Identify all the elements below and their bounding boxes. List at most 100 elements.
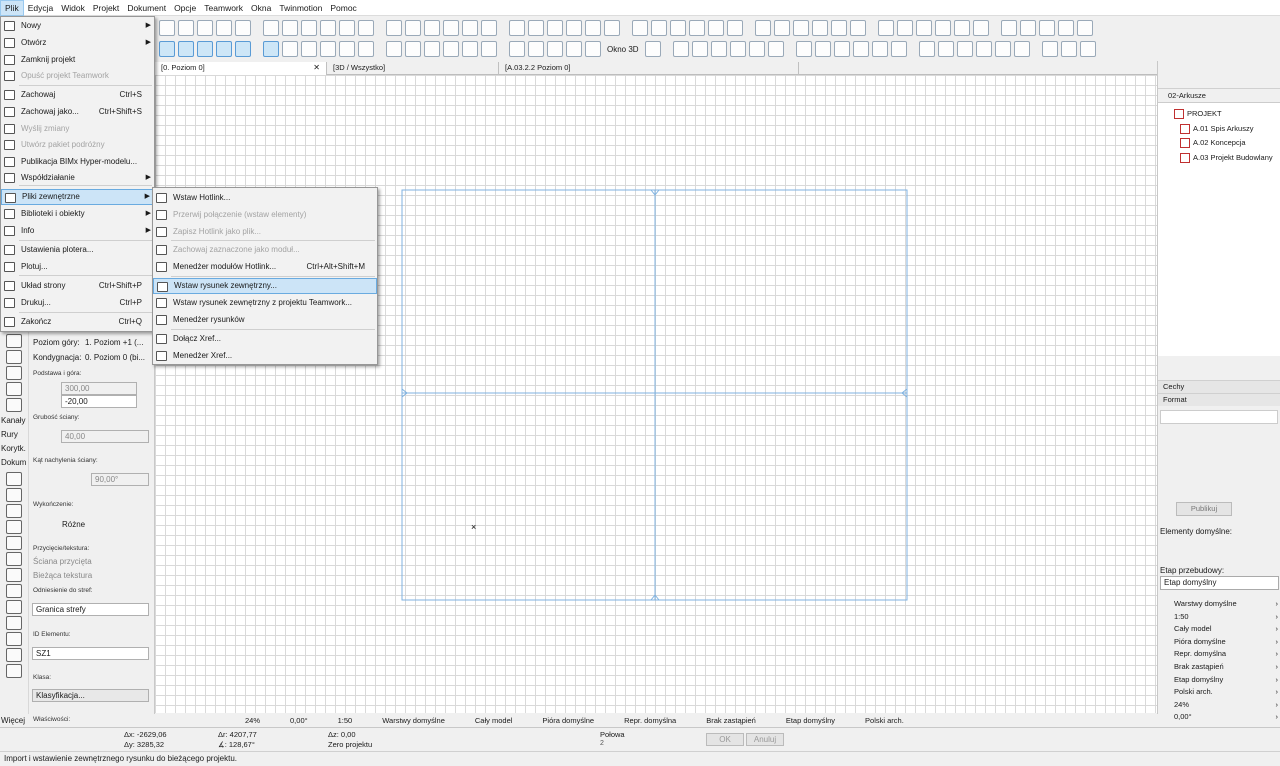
section-tool-icon[interactable] — [6, 616, 22, 630]
submenu-item[interactable]: Wstaw rysunek zewnętrzny z projektu Team… — [153, 295, 377, 311]
toolbar-button-icon[interactable] — [689, 20, 705, 36]
view-setting-item[interactable]: Pióra domyślne › — [1158, 636, 1280, 649]
toolbar-button-icon[interactable] — [812, 20, 828, 36]
toolbar-button-icon[interactable] — [301, 41, 317, 57]
submenu-item[interactable]: Wstaw Hotlink... — [153, 190, 377, 206]
toolbar-button-icon[interactable] — [424, 20, 440, 36]
menu-pomoc[interactable]: Pomoc — [326, 0, 360, 16]
toolbar-button-icon[interactable] — [585, 41, 601, 57]
toolbar-button-icon[interactable] — [566, 20, 582, 36]
section-cechy[interactable]: Cechy — [1158, 380, 1280, 393]
toolbar-button-icon[interactable] — [632, 20, 648, 36]
view-setting-item[interactable]: Brak zastąpień › — [1158, 661, 1280, 674]
file-menu-item[interactable]: Publikacja BIMx Hyper-modelu... — [1, 154, 154, 170]
toolbar-button-icon[interactable] — [159, 41, 175, 57]
toolbar-button-icon[interactable] — [1058, 20, 1074, 36]
phase-select[interactable]: Etap domyślny — [1160, 576, 1279, 590]
classification-button[interactable]: Klasyfikacja... — [32, 689, 149, 702]
toolbar-button-icon[interactable] — [1077, 20, 1093, 36]
view-setting-item[interactable]: 24% › — [1158, 699, 1280, 712]
menu-teamwork[interactable]: Teamwork — [200, 0, 247, 16]
section-format[interactable]: Format — [1158, 393, 1280, 406]
override-value[interactable]: Brak zastąpień — [706, 716, 756, 725]
view-setting-item[interactable]: Cały model › — [1158, 623, 1280, 636]
okno-3d-label[interactable]: Okno 3D — [604, 45, 642, 54]
file-menu-item[interactable]: Współdziałanie ▶ — [1, 170, 154, 186]
toolbar-button-icon[interactable] — [405, 20, 421, 36]
toolbar-button-icon[interactable] — [481, 20, 497, 36]
wykonczenie-value[interactable]: Różne — [62, 520, 85, 529]
repr-value[interactable]: Repr. domyślna — [624, 716, 676, 725]
file-menu-item[interactable]: Otwórz ▶ — [1, 35, 154, 51]
toolbar-button-icon[interactable] — [975, 41, 992, 57]
view-setting-item[interactable]: 0,00° › — [1158, 711, 1280, 724]
toolbar-button-icon[interactable] — [651, 20, 667, 36]
toolbar-button-icon[interactable] — [935, 20, 951, 36]
toolbox-group-korytka[interactable]: Korytk. — [0, 442, 28, 456]
sciana-przycieta[interactable]: Ściana przycięta — [33, 557, 92, 566]
toolbar-button-icon[interactable] — [852, 41, 869, 57]
toolbar-button-icon[interactable] — [916, 20, 932, 36]
toolbar-button-icon[interactable] — [263, 20, 279, 36]
toolbar-button-icon[interactable] — [814, 41, 831, 57]
standard-value[interactable]: Polski arch. — [865, 716, 904, 725]
menu-plik[interactable]: Plik — [0, 0, 24, 16]
tool-icon[interactable] — [6, 398, 22, 412]
drawing-tool-icon[interactable] — [6, 600, 22, 614]
tree-root[interactable]: PROJEKT — [1158, 107, 1280, 122]
toolbar-button-icon[interactable] — [301, 20, 317, 36]
toolbar-button-icon[interactable] — [1039, 20, 1055, 36]
circle-tool-icon[interactable] — [6, 568, 22, 582]
move-tool-icon[interactable] — [6, 648, 22, 662]
toolbar-button-icon[interactable] — [1079, 41, 1096, 57]
toolbar-button-icon[interactable] — [897, 20, 913, 36]
biezaca-tekstura[interactable]: Bieżąca tekstura — [33, 571, 92, 580]
tool-icon[interactable] — [6, 382, 22, 396]
toolbar-button-icon[interactable] — [973, 20, 989, 36]
toolbox-more[interactable]: Więcej — [0, 714, 26, 728]
toolbar-button-icon[interactable] — [755, 20, 771, 36]
toolbar-button-icon[interactable] — [235, 20, 251, 36]
toolbar-button-icon[interactable] — [708, 20, 724, 36]
file-menu-item[interactable]: Plotuj... — [1, 259, 154, 275]
file-menu-item[interactable]: Zachowaj jako... Ctrl+Shift+S — [1, 104, 154, 120]
submenu-item[interactable]: Zachowaj zaznaczone jako moduł... — [153, 242, 377, 258]
element-id-field[interactable]: SZ1 — [32, 647, 149, 660]
fill-tool-icon[interactable] — [6, 536, 22, 550]
view-setting-item[interactable]: Repr. domyślna › — [1158, 648, 1280, 661]
toolbar-button-icon[interactable] — [1041, 41, 1058, 57]
toolbar-button-icon[interactable] — [710, 41, 727, 57]
publish-button[interactable]: Publikuj — [1176, 502, 1232, 516]
toolbar-button-icon[interactable] — [871, 41, 888, 57]
submenu-item[interactable]: Przerwij połączenie (wstaw elementy) — [153, 207, 377, 223]
toolbar-button-icon[interactable] — [994, 41, 1011, 57]
view-setting-item[interactable]: 1:50 › — [1158, 611, 1280, 624]
toolbar-button-icon[interactable] — [178, 41, 194, 57]
wall-thickness-field[interactable]: 40,00 — [61, 430, 149, 443]
toolbar-button-icon[interactable] — [462, 20, 478, 36]
navigator-combo[interactable]: 02-Arkusze — [1158, 89, 1280, 103]
toolbar-button-icon[interactable] — [235, 41, 251, 57]
tool-icon[interactable] — [6, 350, 22, 364]
toolbar-button-icon[interactable] — [644, 41, 661, 57]
toolbar-button-icon[interactable] — [424, 41, 440, 57]
toolbar-button-icon[interactable] — [481, 41, 497, 57]
file-menu-item[interactable]: Pliki zewnętrzne ▶ — [1, 189, 154, 205]
submenu-item[interactable]: Menedżer Xref... — [153, 348, 377, 364]
toolbar-button-icon[interactable] — [748, 41, 765, 57]
submenu-item[interactable]: Menedżer modułów Hotlink... Ctrl+Alt+Shif… — [153, 259, 377, 275]
toolbar-button-icon[interactable] — [793, 20, 809, 36]
menu-dokument[interactable]: Dokument — [123, 0, 170, 16]
angle-value[interactable]: 0,00° — [290, 716, 308, 725]
wall-angle-field[interactable]: 90,00° — [91, 473, 149, 486]
view-setting-item[interactable]: Polski arch. › — [1158, 686, 1280, 699]
file-menu-item[interactable]: Zachowaj Ctrl+S — [1, 87, 154, 103]
tree-item-a03[interactable]: A.03 Projekt Budowlany — [1158, 151, 1280, 166]
polowa-label[interactable]: Połowa — [600, 730, 625, 739]
kondygnacja-value[interactable]: 0. Poziom 0 (bi... — [85, 353, 145, 362]
file-menu-item[interactable]: Nowy ▶ — [1, 18, 154, 34]
toolbar-button-icon[interactable] — [918, 41, 935, 57]
toolbar-button-icon[interactable] — [795, 41, 812, 57]
file-menu-item[interactable]: Zamknij projekt — [1, 52, 154, 68]
layers-value[interactable]: Warstwy domyślne — [382, 716, 445, 725]
